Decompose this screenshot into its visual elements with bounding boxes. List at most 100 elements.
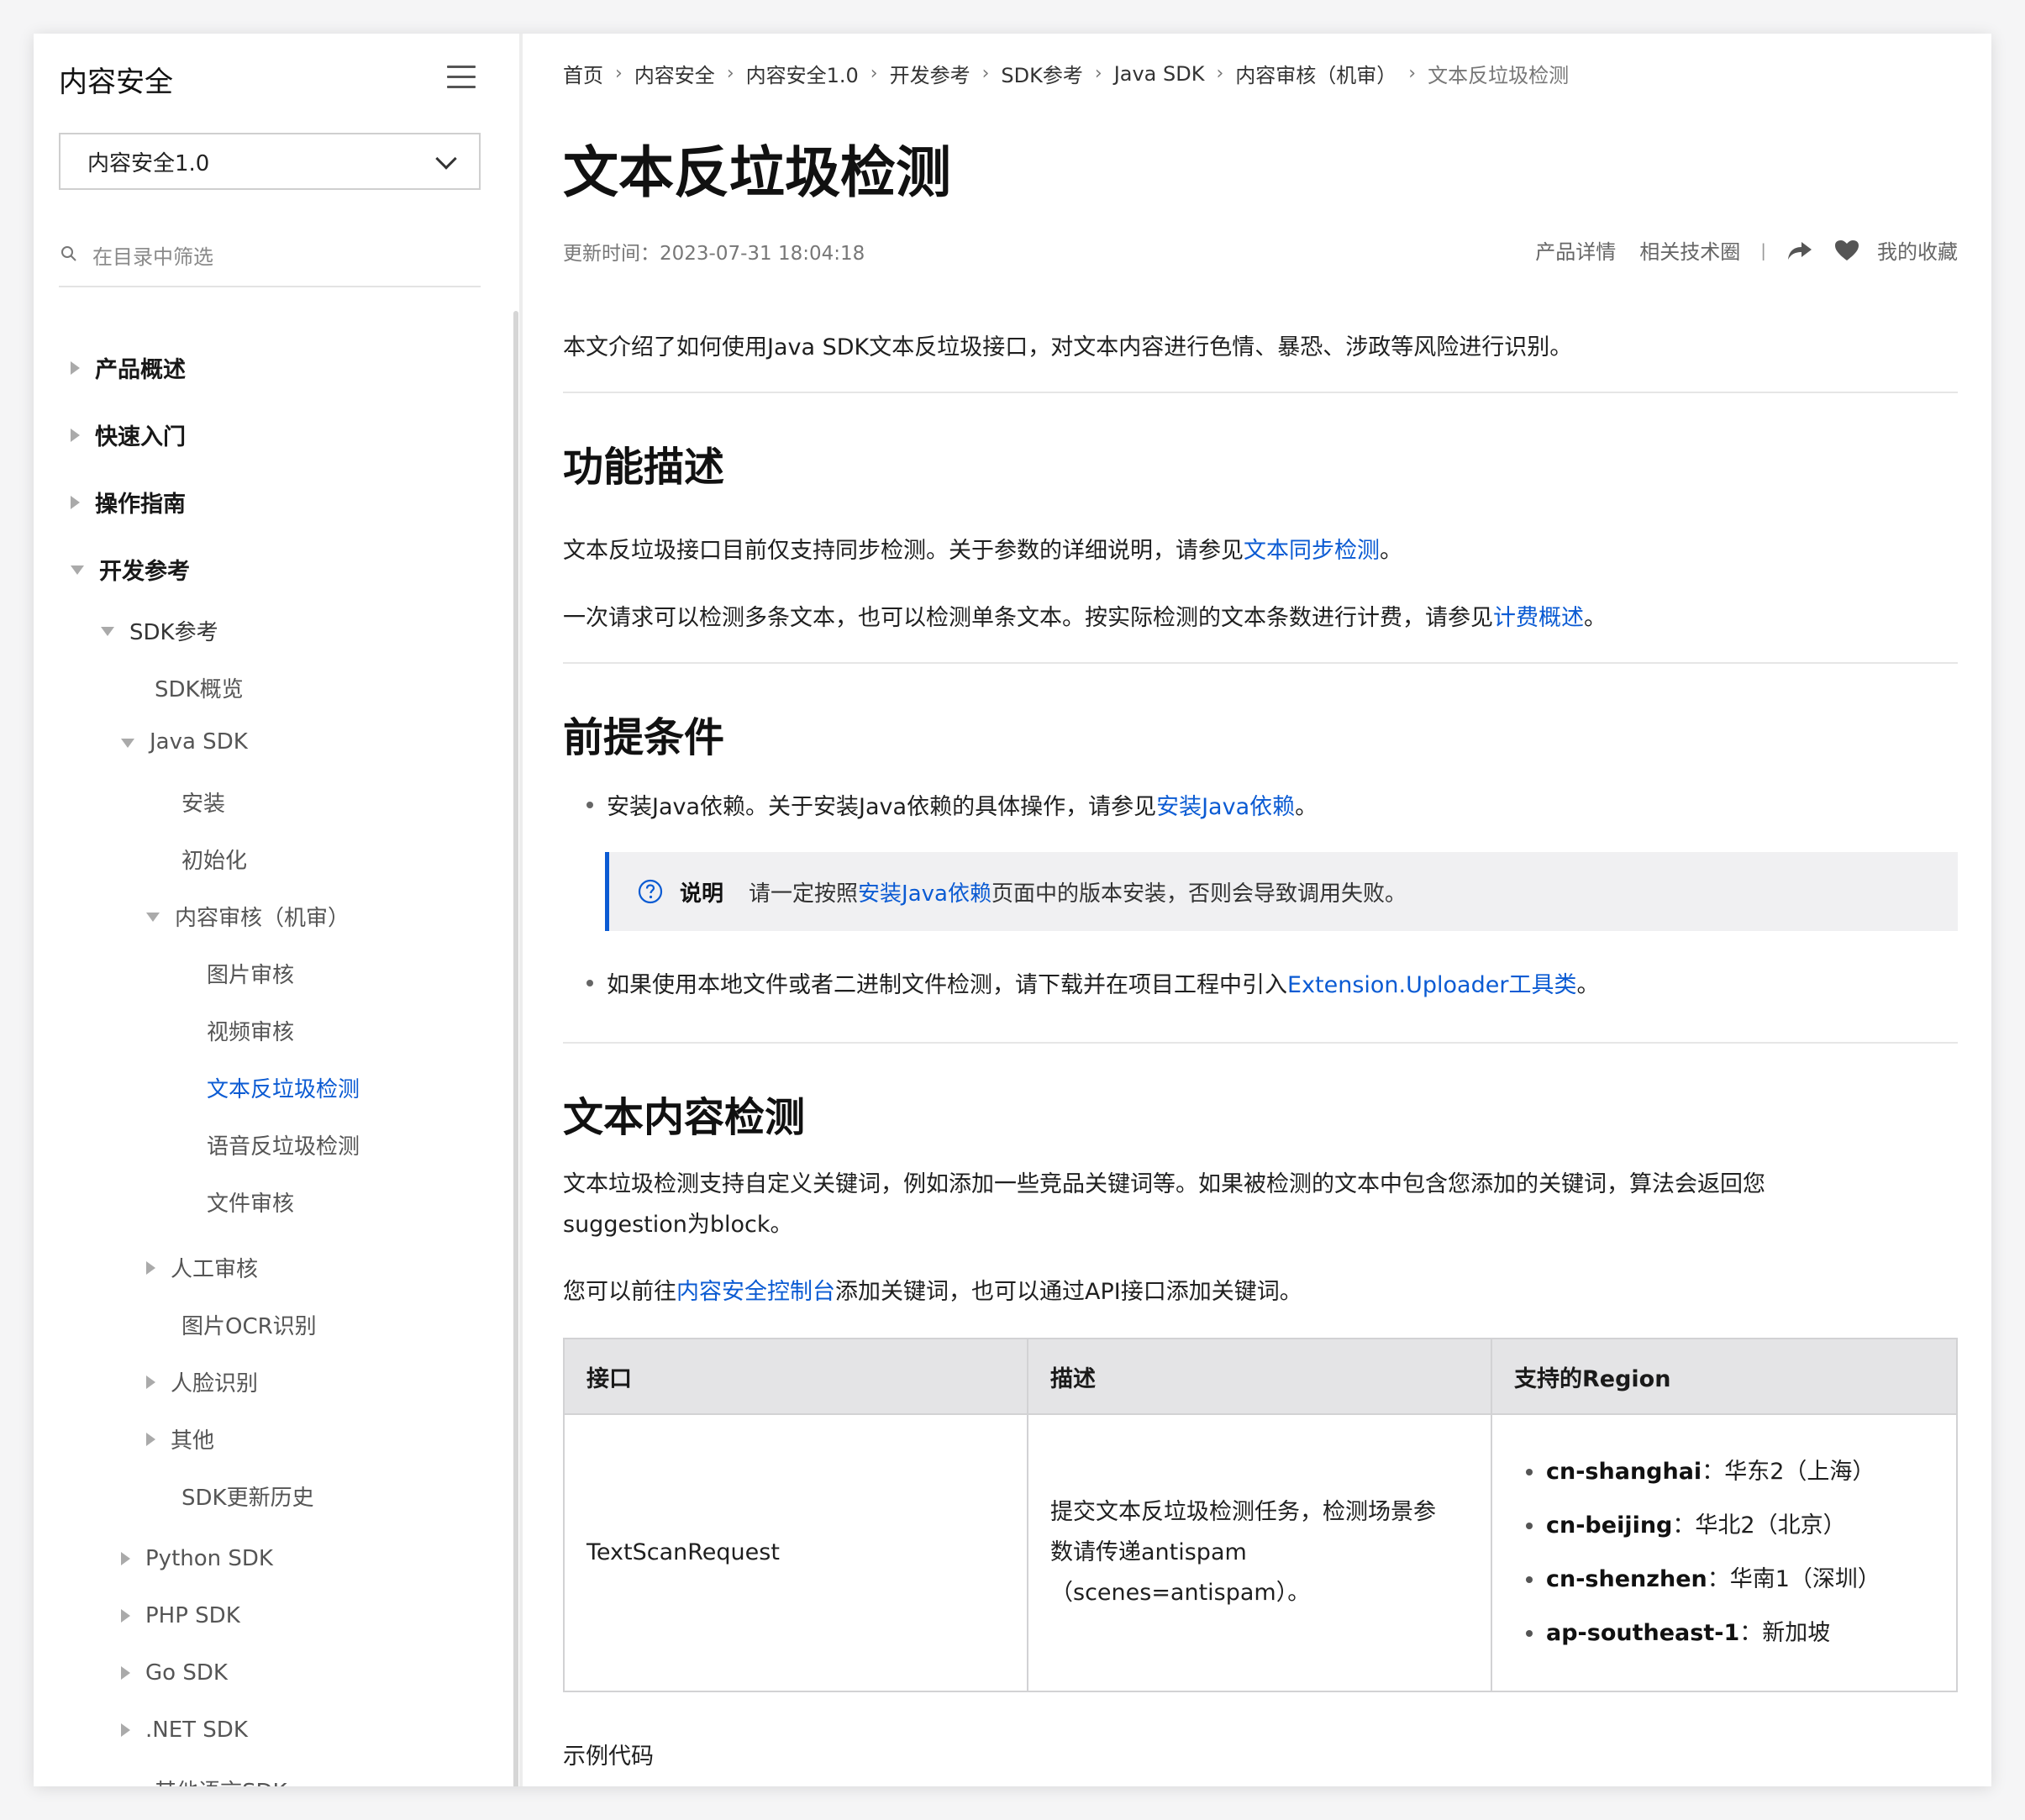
nav-item-face-recognition[interactable]: 人脸识别	[146, 1366, 258, 1397]
nav-item-other-lang-sdk[interactable]: 其他语言SDK	[155, 1775, 287, 1786]
desc-line: 数请传递antispam	[1050, 1539, 1247, 1565]
column-header: 描述	[1027, 1338, 1492, 1415]
heart-icon[interactable]	[1833, 239, 1860, 262]
chevron-right-icon: ›	[1216, 63, 1224, 84]
page-title: 文本反垃圾检测	[563, 140, 951, 205]
install-java-deps-link[interactable]: 安装Java依赖	[858, 876, 991, 907]
note-text: 请一定按照	[749, 881, 859, 907]
nav-item-dev-reference[interactable]: 开发参考	[71, 553, 190, 586]
breadcrumb-item[interactable]: SDK参考	[1001, 59, 1082, 88]
text-detect-paragraph-2: 您可以前往内容安全控制台添加关键词，也可以通过API接口添加关键词。	[563, 1272, 1958, 1312]
list-item-text: 如果使用本地文件或者二进制文件检测，请下载并在项目工程中引入	[607, 972, 1287, 998]
text-sync-detect-link[interactable]: 文本同步检测	[1244, 538, 1380, 564]
nav-item-sdk-overview[interactable]: SDK概览	[155, 672, 244, 703]
nav-item-sdk-history[interactable]: SDK更新历史	[181, 1481, 314, 1512]
filter-input[interactable]	[92, 237, 462, 277]
chevron-right-icon: ›	[981, 63, 990, 84]
caret-down-icon	[101, 627, 114, 636]
nav-item-label: SDK概览	[155, 677, 244, 702]
list-item-text: 。	[1295, 794, 1318, 820]
breadcrumb-item[interactable]: 内容审核（机审）	[1235, 59, 1396, 88]
bullet-dot	[1526, 1630, 1533, 1637]
region-name: ：华北2（北京）	[1672, 1512, 1846, 1539]
console-link[interactable]: 内容安全控制台	[676, 1279, 835, 1305]
nav-item-video-moderation[interactable]: 视频审核	[207, 1015, 294, 1046]
billing-overview-link[interactable]: 计费概述	[1493, 605, 1584, 631]
divider	[563, 392, 1958, 393]
desc-line: （scenes=antispam）。	[1050, 1580, 1311, 1606]
breadcrumb-item[interactable]: 内容安全1.0	[746, 59, 859, 88]
my-favorites-link[interactable]: 我的收藏	[1877, 235, 1958, 265]
divider	[563, 1042, 1958, 1044]
tech-circle-link[interactable]: 相关技术圈	[1639, 235, 1740, 265]
nav-item-product-overview[interactable]: 产品概述	[71, 351, 186, 384]
region-name: ：华东2（上海）	[1702, 1459, 1875, 1485]
nav-item-ocr[interactable]: 图片OCR识别	[181, 1309, 317, 1340]
nav-item-quick-start[interactable]: 快速入门	[71, 418, 186, 451]
breadcrumb-current: 文本反垃圾检测	[1428, 64, 1570, 87]
caret-right-icon	[71, 495, 80, 509]
sample-code-label: 示例代码	[563, 1744, 654, 1770]
nav-item-label: 文本反垃圾检测	[207, 1077, 360, 1102]
nav-item-label: 其他	[171, 1428, 215, 1454]
nav-item-image-moderation[interactable]: 图片审核	[207, 958, 294, 989]
page-actions: 产品详情 相关技术圈 | 我的收藏	[1512, 235, 1958, 265]
caret-down-icon	[71, 565, 84, 575]
paragraph-text: 。	[1584, 605, 1607, 631]
menu-icon[interactable]	[447, 66, 476, 91]
nav-item-label: 人工审核	[171, 1257, 259, 1282]
doc-window: 内容安全 内容安全1.0 产品概述 快速入门 操作指南	[34, 34, 1991, 1786]
nav-item-python-sdk[interactable]: Python SDK	[121, 1546, 273, 1571]
nav-item-audio-antispam[interactable]: 语音反垃圾检测	[207, 1129, 360, 1160]
nav-item-label: 产品概述	[95, 357, 186, 383]
paragraph-text: 文本垃圾检测支持自定义关键词，例如添加一些竞品关键词等。如果被检测的文本中包含您…	[563, 1171, 1765, 1197]
table-header-row: 接口 描述 支持的Region	[563, 1338, 1958, 1415]
nav-item-sdk-reference[interactable]: SDK参考	[101, 615, 218, 646]
nav-item-label: 开发参考	[99, 559, 190, 585]
breadcrumb-item[interactable]: 内容安全	[634, 59, 715, 88]
nav-item-label: 人脸识别	[171, 1371, 259, 1397]
breadcrumb-item[interactable]: 开发参考	[890, 59, 970, 88]
nav-item-label: PHP SDK	[145, 1603, 240, 1628]
version-select[interactable]: 内容安全1.0	[59, 133, 481, 190]
bullet-dot	[586, 801, 593, 808]
nav-item-other[interactable]: 其他	[146, 1423, 214, 1454]
paragraph-text: 。	[1380, 538, 1402, 564]
search-icon	[61, 246, 76, 261]
caret-right-icon	[146, 1375, 155, 1389]
nav-item-guide[interactable]: 操作指南	[71, 486, 186, 518]
product-details-link[interactable]: 产品详情	[1535, 235, 1616, 265]
nav-item-init[interactable]: 初始化	[181, 844, 247, 875]
bullet-dot	[586, 979, 593, 986]
chevron-right-icon: ›	[726, 63, 734, 84]
bullet-dot	[1526, 1523, 1533, 1529]
region-code: ap-southeast-1	[1546, 1620, 1740, 1646]
share-icon[interactable]	[1786, 239, 1813, 262]
breadcrumb-item[interactable]: 首页	[563, 59, 603, 88]
nav-item-go-sdk[interactable]: Go SDK	[121, 1660, 228, 1686]
nav-item-content-moderation[interactable]: 内容审核（机审）	[146, 901, 350, 932]
paragraph-text: 添加关键词，也可以通过API接口添加关键词。	[835, 1279, 1302, 1305]
uploader-tool-link[interactable]: Extension.Uploader工具类	[1287, 966, 1576, 999]
nav-item-dotnet-sdk[interactable]: .NET SDK	[121, 1717, 248, 1743]
nav-item-manual-review[interactable]: 人工审核	[146, 1252, 258, 1283]
nav-item-java-sdk[interactable]: Java SDK	[121, 729, 248, 755]
list-item-text: 安装Java依赖。关于安装Java依赖的具体操作，请参见	[607, 794, 1157, 820]
nav-item-file-moderation[interactable]: 文件审核	[207, 1186, 294, 1218]
api-table: 接口 描述 支持的Region TextScanRequest 提交文本反垃圾检…	[563, 1338, 1958, 1692]
breadcrumb-item[interactable]: Java SDK	[1114, 62, 1205, 86]
chevron-right-icon: ›	[615, 63, 623, 84]
sidebar-scrollbar[interactable]	[513, 311, 518, 1786]
nav-item-php-sdk[interactable]: PHP SDK	[121, 1603, 240, 1628]
caret-right-icon	[71, 428, 80, 442]
nav-item-label: SDK参考	[129, 620, 218, 645]
nav-item-install[interactable]: 安装	[181, 786, 225, 818]
features-paragraph-2: 一次请求可以检测多条文本，也可以检测单条文本。按实际检测的文本条数进行计费，请参…	[563, 598, 1958, 639]
nav-item-text-antispam[interactable]: 文本反垃圾检测	[207, 1072, 360, 1103]
section-heading-text-detect: 文本内容检测	[563, 1094, 806, 1141]
updated-time: 更新时间：2023-07-31 18:04:18	[563, 243, 865, 265]
caret-right-icon	[121, 1609, 130, 1623]
nav-item-label: 安装	[181, 792, 226, 817]
install-java-deps-link[interactable]: 安装Java依赖	[1156, 788, 1295, 821]
list-item: cn-shenzhen ：华南1（深圳）	[1514, 1553, 1934, 1607]
